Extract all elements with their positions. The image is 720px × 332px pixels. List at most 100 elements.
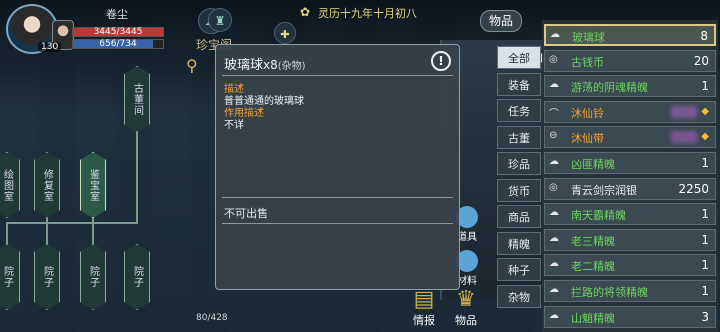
tab-0[interactable]: 全部 — [497, 46, 547, 69]
map-node-courtyard-3[interactable]: 院子 — [80, 244, 106, 310]
bell-icon: ⌒ — [549, 108, 559, 120]
pile-icon: ☁ — [550, 29, 560, 40]
map-path — [6, 222, 8, 244]
tooltip-item-category: (杂物) — [277, 61, 306, 72]
props-label: 道具 — [457, 232, 477, 243]
tab-5[interactable]: 货币 — [497, 178, 541, 202]
inventory-item[interactable]: ◎ 青云剑宗润银 2250 — [544, 177, 716, 200]
tab-2[interactable]: 任务 — [497, 99, 541, 122]
inventory-item-qty: 1 — [701, 156, 709, 170]
soul-icon: ☁ — [549, 156, 559, 167]
calendar-date-text: 灵历十九年十月初八 — [318, 7, 417, 20]
inventory-item-qty: 1 — [701, 232, 709, 247]
soul-icon: ☁ — [549, 258, 559, 270]
map-node-drawing-room[interactable]: 绘图室 — [0, 152, 20, 218]
inventory-item-qty: 2250 — [678, 181, 709, 196]
inventory-item[interactable]: ☁ 拦路的将领精魄 1 — [544, 280, 716, 302]
player-level: 130 — [38, 42, 62, 52]
search-icon[interactable]: ⚲ — [186, 56, 198, 75]
items-label: 物品 — [455, 314, 477, 327]
tooltip-divider — [222, 75, 453, 76]
inventory-item-name: 古钱币 — [571, 55, 604, 69]
inventory-item-name: 凶匪精魄 — [571, 158, 615, 171]
tab-7[interactable]: 精魄 — [497, 231, 541, 255]
soul-icon: ☁ — [549, 284, 559, 295]
inventory-item[interactable]: ⊖ 沐仙带 ◆ — [544, 126, 716, 149]
map-node-courtyard-2[interactable]: 院子 — [34, 244, 60, 310]
inventory-item[interactable]: ⌒ 沐仙铃 ◆ — [544, 100, 716, 123]
tooltip-item-count: x8 — [263, 58, 278, 72]
inventory-item-name: 沐仙带 — [571, 132, 604, 146]
tooltip-item-name: 玻璃球 — [224, 58, 264, 73]
inventory-list[interactable]: ☁ 玻璃球 8 ◎ 古钱币 20 ☁ 游荡的阴魂精魄 1 ⌒ 沐仙铃 ◆ ⊖ 沐仙带 ◆ ☁ 凶匪精魄 1 ◎ 青云剑… — [542, 20, 718, 332]
tab-3[interactable]: 古董 — [497, 125, 541, 149]
diamond-icon: ◆ — [701, 105, 709, 117]
inventory-tabs: 全部装备任务古董珍品货币商品精魄种子杂物 — [497, 46, 547, 311]
map-node-repair-room[interactable]: 修复室 — [34, 152, 60, 218]
inventory-item-qty: 1 — [701, 284, 709, 298]
diamond-icon: ◆ — [701, 131, 709, 143]
inventory-item-qty: 1 — [701, 207, 709, 222]
inventory-header: 物品 — [480, 10, 522, 32]
inventory-item[interactable]: ☁ 玻璃球 8 — [544, 24, 716, 46]
tab-9[interactable]: 杂物 — [497, 284, 541, 308]
mp-text: 656/734 — [99, 39, 137, 49]
items-button[interactable]: ♛ 物品 — [446, 288, 486, 328]
coin-icon: ◎ — [549, 53, 558, 65]
inventory-item[interactable]: ◎ 古钱币 20 — [544, 49, 716, 72]
tooltip-sale-status: 不可出售 — [224, 207, 268, 220]
quest-marker-icon[interactable]: ✚ — [274, 22, 296, 44]
inventory-item-qty: 20 — [693, 53, 709, 68]
map-path — [92, 218, 94, 244]
item-detail-tooltip: 玻璃球x8(杂物) ! 描述 普普通通的玻璃球 作用描述 不详 不可出售 — [215, 44, 460, 290]
tooltip-divider — [222, 223, 453, 224]
bottom-counter: 80/428 — [196, 313, 228, 323]
inventory-item-name: 玻璃球 — [572, 31, 605, 44]
player-name: 卷尘 — [106, 8, 128, 21]
inventory-item-name: 老三精魄 — [571, 234, 615, 248]
inventory-item[interactable]: ☁ 凶匪精魄 1 — [544, 152, 716, 174]
tab-1[interactable]: 装备 — [497, 72, 541, 96]
item-badge — [671, 131, 697, 144]
soul-icon: ☁ — [549, 309, 559, 321]
inventory-item[interactable]: ☁ 游荡的阴魂精魄 1 — [544, 75, 716, 98]
hp-bar: 3445/3445 — [72, 27, 164, 37]
map-node-courtyard-1[interactable]: 院子 — [0, 244, 20, 310]
inventory-item-name: 青云剑宗润银 — [571, 183, 637, 197]
item-badge — [671, 105, 697, 118]
inventory-item-name: 拦路的将领精魄 — [571, 286, 648, 299]
inventory-item[interactable]: ☁ 山魈精魄 3 — [544, 305, 716, 328]
map-path — [46, 218, 48, 244]
mp-bar: 656/734 — [72, 39, 164, 49]
soul-icon: ☁ — [549, 207, 559, 219]
map-node-courtyard-4[interactable]: 院子 — [124, 244, 150, 310]
soul-icon: ☁ — [549, 79, 559, 91]
tab-4[interactable]: 珍品 — [497, 152, 541, 175]
intel-button[interactable]: ▤ 情报 — [404, 288, 444, 328]
player-panel[interactable]: 130 卷尘 3445/3445 656/734 — [2, 2, 202, 54]
inventory-item-qty: 3 — [701, 309, 709, 324]
inventory-item[interactable]: ☁ 南天霸精魄 1 — [544, 203, 716, 226]
tab-6[interactable]: 商品 — [497, 205, 541, 228]
info-icon[interactable]: ! — [431, 51, 451, 71]
inventory-item-name: 南天霸精魄 — [571, 209, 626, 223]
intel-label: 情报 — [413, 314, 435, 327]
tooltip-effect-text: 不详 — [224, 120, 244, 131]
inventory-item[interactable]: ☁ 老三精魄 1 — [544, 228, 716, 251]
materials-label: 材料 — [457, 276, 477, 287]
tab-8[interactable]: 种子 — [497, 258, 541, 281]
inventory-item[interactable]: ☁ 老二精魄 1 — [544, 254, 716, 277]
inventory-item-qty: 8 — [700, 29, 708, 43]
map-node-appraisal-room[interactable]: 鉴宝室 — [80, 152, 106, 218]
map-node-antique-room[interactable]: 古董间 — [124, 66, 150, 132]
inventory-item-name: 老二精魄 — [571, 260, 615, 274]
bag-icon: ♛ — [456, 287, 476, 312]
calendar-date: ✿ 灵历十九年十月初八 — [300, 3, 427, 23]
bag-icon[interactable]: ♜ — [208, 8, 232, 32]
inventory-item-name: 沐仙铃 — [571, 106, 604, 120]
soul-icon: ☁ — [549, 232, 559, 244]
inventory-item-qty: 1 — [701, 79, 709, 94]
map-path — [136, 132, 138, 222]
scroll-icon: ▤ — [413, 287, 435, 312]
flower-icon: ✿ — [300, 5, 311, 19]
